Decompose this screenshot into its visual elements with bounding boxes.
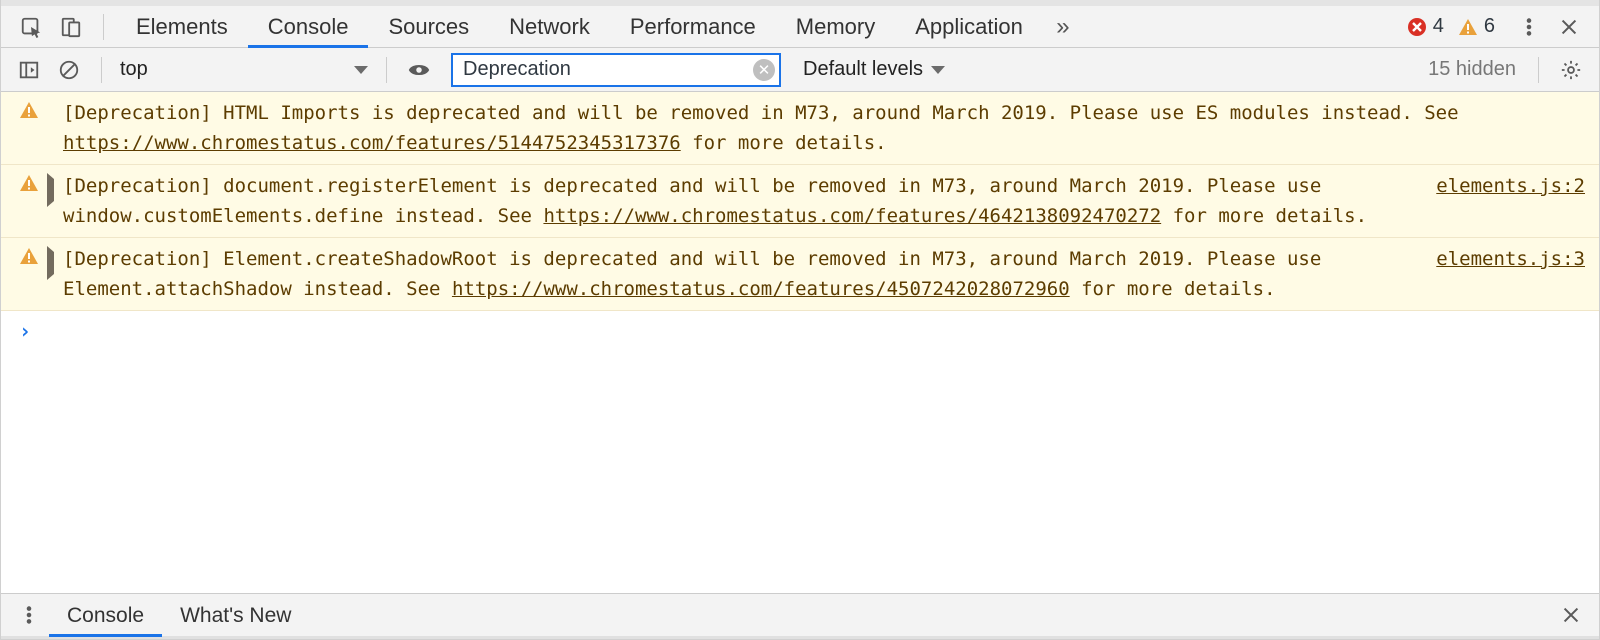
close-devtools-icon[interactable]: [1553, 11, 1585, 43]
inspect-icon[interactable]: [15, 11, 47, 43]
toggle-sidebar-icon[interactable]: [13, 54, 45, 86]
console-toolbar: top ✕ Default levels 15 hidden: [1, 48, 1599, 92]
hidden-messages-count[interactable]: 15 hidden: [1428, 58, 1516, 81]
tab-console[interactable]: Console: [248, 6, 369, 48]
console-prompt[interactable]: ›: [1, 311, 1599, 351]
drawer-tab-console[interactable]: Console: [49, 594, 162, 637]
message-source-link[interactable]: elements.js:2: [1436, 171, 1585, 201]
tab-memory[interactable]: Memory: [776, 6, 895, 48]
drawer-tabstrip: Console What's New: [1, 593, 1599, 639]
clear-console-icon[interactable]: [53, 54, 85, 86]
tab-application[interactable]: Application: [895, 6, 1043, 48]
drawer-tab-whatsnew[interactable]: What's New: [162, 594, 309, 637]
message-source-link[interactable]: elements.js:3: [1436, 244, 1585, 274]
chevron-down-icon: [931, 66, 945, 74]
tab-performance[interactable]: Performance: [610, 6, 776, 48]
chevron-down-icon: [354, 66, 368, 74]
filter-input[interactable]: [451, 53, 781, 87]
expand-icon[interactable]: [47, 173, 54, 207]
context-label: top: [120, 58, 148, 81]
drawer-kebab-icon[interactable]: [13, 599, 45, 631]
message-link[interactable]: https://www.chromestatus.com/features/51…: [63, 132, 681, 154]
live-expression-icon[interactable]: [403, 54, 435, 86]
separator: [103, 14, 104, 40]
tab-sources[interactable]: Sources: [368, 6, 489, 48]
error-count-badge[interactable]: 4: [1407, 15, 1444, 38]
log-levels-select[interactable]: Default levels: [793, 58, 955, 81]
warning-count: 6: [1484, 15, 1495, 38]
tab-elements[interactable]: Elements: [116, 6, 248, 48]
message-text: [Deprecation] HTML Imports is deprecated…: [63, 102, 1459, 124]
close-drawer-icon[interactable]: [1555, 599, 1587, 631]
warning-icon: [19, 173, 39, 193]
console-messages: [Deprecation] HTML Imports is deprecated…: [1, 92, 1599, 593]
console-message[interactable]: elements.js:2 [Deprecation] document.reg…: [1, 165, 1599, 238]
message-text: for more details.: [1070, 278, 1276, 300]
separator: [101, 57, 102, 83]
more-tabs-icon[interactable]: »: [1047, 11, 1079, 43]
separator: [386, 57, 387, 83]
devtools-tabstrip: Elements Console Sources Network Perform…: [1, 0, 1599, 48]
device-mode-icon[interactable]: [55, 11, 87, 43]
levels-label: Default levels: [803, 58, 923, 81]
warning-count-badge[interactable]: 6: [1458, 15, 1495, 38]
message-text: for more details.: [1161, 205, 1367, 227]
console-message[interactable]: [Deprecation] HTML Imports is deprecated…: [1, 92, 1599, 165]
expand-icon[interactable]: [47, 246, 54, 280]
prompt-caret-icon: ›: [19, 319, 31, 343]
execution-context-select[interactable]: top: [114, 55, 374, 85]
tab-network[interactable]: Network: [489, 6, 610, 48]
warning-icon: [19, 100, 39, 120]
message-link[interactable]: https://www.chromestatus.com/features/45…: [452, 278, 1070, 300]
warning-icon: [19, 246, 39, 266]
clear-filter-icon[interactable]: ✕: [753, 59, 775, 81]
console-settings-icon[interactable]: [1555, 54, 1587, 86]
console-message[interactable]: elements.js:3 [Deprecation] Element.crea…: [1, 238, 1599, 311]
message-link[interactable]: https://www.chromestatus.com/features/46…: [543, 205, 1161, 227]
kebab-menu-icon[interactable]: [1513, 11, 1545, 43]
separator: [1538, 57, 1539, 83]
error-count: 4: [1433, 15, 1444, 38]
message-text: for more details.: [681, 132, 887, 154]
